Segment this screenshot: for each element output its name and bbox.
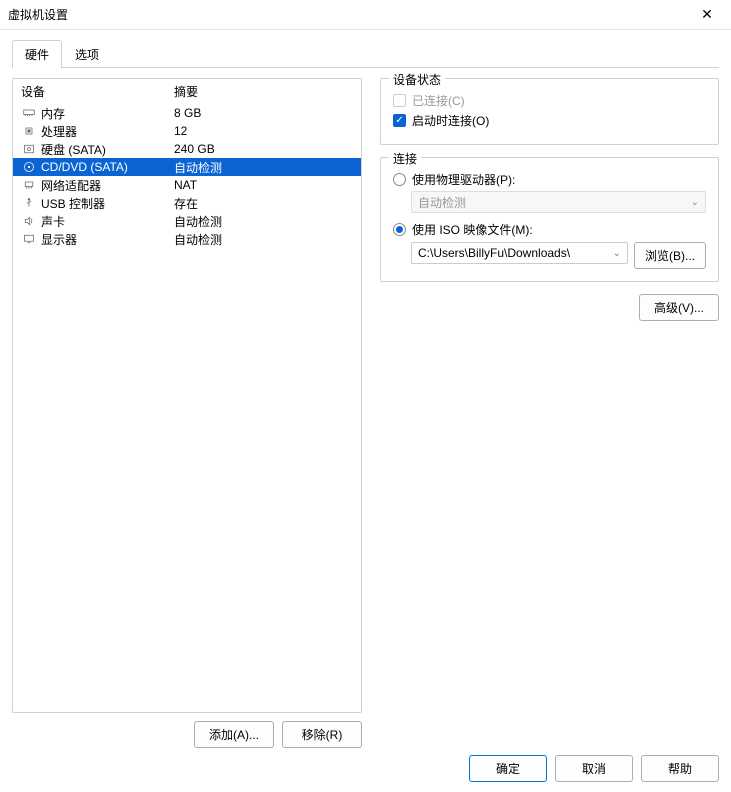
cancel-button[interactable]: 取消 [555,755,633,782]
cpu-icon [21,124,37,138]
help-button[interactable]: 帮助 [641,755,719,782]
iso-label: 使用 ISO 映像文件(M): [412,221,533,238]
physical-drive-label: 使用物理驱动器(P): [412,171,515,188]
device-name: 内存 [41,105,174,122]
tab-options[interactable]: 选项 [62,40,112,68]
device-name: CD/DVD (SATA) [41,160,174,174]
list-header: 设备 摘要 [13,79,361,104]
disk-icon [21,142,37,156]
connected-checkbox [393,94,406,107]
connected-label: 已连接(C) [412,92,465,109]
device-summary: 240 GB [174,142,215,156]
add-button[interactable]: 添加(A)... [194,721,274,748]
physical-drive-combo: 自动检测 ⌄ [411,191,706,213]
device-name: 硬盘 (SATA) [41,141,174,158]
device-summary: NAT [174,178,197,192]
connection-group: 连接 使用物理驱动器(P): 自动检测 ⌄ 使用 ISO 映像文件(M): [380,157,719,282]
ok-button[interactable]: 确定 [469,755,547,782]
device-row-cpu[interactable]: 处理器12 [13,122,361,140]
device-summary: 自动检测 [174,213,222,230]
usb-icon [21,196,37,210]
chevron-down-icon: ⌄ [691,197,699,208]
device-row-memory[interactable]: 内存8 GB [13,104,361,122]
device-name: 网络适配器 [41,177,174,194]
header-summary: 摘要 [174,83,353,100]
device-row-display[interactable]: 显示器自动检测 [13,230,361,248]
device-name: 处理器 [41,123,174,140]
sound-icon [21,214,37,228]
iso-path-combo[interactable]: C:\Users\BillyFu\Downloads\ ⌄ [411,242,628,264]
tab-hardware[interactable]: 硬件 [12,40,62,68]
iso-radio[interactable] [393,223,406,236]
browse-button[interactable]: 浏览(B)... [634,242,706,269]
device-summary: 12 [174,124,187,138]
device-summary: 8 GB [174,106,201,120]
titlebar: 虚拟机设置 ✕ [0,0,731,30]
iso-path-value: C:\Users\BillyFu\Downloads\ [418,246,570,260]
physical-drive-value: 自动检测 [418,194,466,211]
device-summary: 自动检测 [174,159,222,176]
connect-on-power-checkbox[interactable] [393,114,406,127]
device-name: 声卡 [41,213,174,230]
remove-button[interactable]: 移除(R) [282,721,362,748]
device-row-usb[interactable]: USB 控制器存在 [13,194,361,212]
advanced-button[interactable]: 高级(V)... [639,294,719,321]
device-name: USB 控制器 [41,195,174,212]
dialog-footer: 确定 取消 帮助 [469,755,719,782]
device-list[interactable]: 设备 摘要 内存8 GB处理器12硬盘 (SATA)240 GBCD/DVD (… [12,78,362,713]
device-summary: 存在 [174,195,198,212]
close-icon[interactable]: ✕ [691,6,723,23]
cd-icon [21,160,37,174]
connect-on-power-label: 启动时连接(O) [412,112,489,129]
device-status-title: 设备状态 [389,71,445,88]
net-icon [21,178,37,192]
window-title: 虚拟机设置 [8,6,691,23]
device-row-disk[interactable]: 硬盘 (SATA)240 GB [13,140,361,158]
device-status-group: 设备状态 已连接(C) 启动时连接(O) [380,78,719,145]
device-row-net[interactable]: 网络适配器NAT [13,176,361,194]
device-summary: 自动检测 [174,231,222,248]
chevron-down-icon[interactable]: ⌄ [613,248,621,259]
memory-icon [21,106,37,120]
tab-bar: 硬件 选项 [12,40,719,68]
connection-title: 连接 [389,150,421,167]
device-row-cd[interactable]: CD/DVD (SATA)自动检测 [13,158,361,176]
display-icon [21,232,37,246]
device-name: 显示器 [41,231,174,248]
device-row-sound[interactable]: 声卡自动检测 [13,212,361,230]
header-device: 设备 [21,83,174,100]
physical-drive-radio[interactable] [393,173,406,186]
